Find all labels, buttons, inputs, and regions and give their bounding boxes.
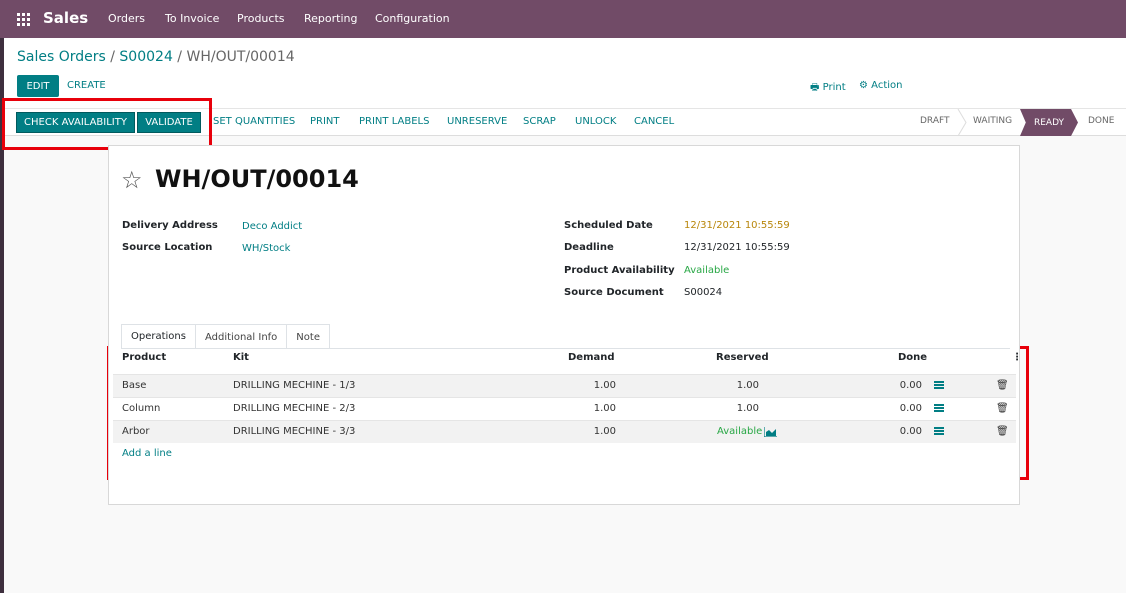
top-navbar: Sales Orders To Invoice Products Reporti…: [0, 0, 1126, 38]
unreserve-button[interactable]: UNRESERVE: [447, 116, 507, 127]
highlight-box-actions: [2, 98, 212, 150]
scheduled-date-value: 12/31/2021 10:55:59: [684, 220, 790, 231]
print-labels-button[interactable]: PRINT LABELS: [359, 116, 429, 127]
print-button[interactable]: PRINT: [310, 116, 340, 127]
breadcrumb-separator: /: [105, 49, 120, 65]
create-button[interactable]: CREATE: [67, 80, 106, 91]
menu-orders[interactable]: Orders: [108, 12, 145, 25]
cancel-button[interactable]: CANCEL: [634, 116, 674, 127]
row-done: 0.00: [899, 426, 922, 437]
row-kit: DRILLING MECHINE - 3/3: [233, 426, 356, 437]
breadcrumb: Sales Orders / S00024 / WH/OUT/00014: [17, 49, 295, 65]
row-reserved: 1.00: [736, 380, 759, 391]
breadcrumb-separator: /: [172, 49, 187, 65]
detailed-operations-icon[interactable]: [934, 427, 944, 436]
tab-note[interactable]: Note: [286, 324, 330, 349]
gear-icon: ⚙: [859, 80, 868, 91]
row-product: Base: [122, 380, 147, 391]
delivery-address-label: Delivery Address: [122, 220, 218, 231]
deadline-label: Deadline: [564, 242, 614, 253]
app-brand[interactable]: Sales: [43, 9, 88, 27]
menu-configuration[interactable]: Configuration: [375, 12, 450, 25]
row-done: 0.00: [899, 403, 922, 414]
set-quantities-button[interactable]: SET QUANTITIES: [213, 116, 295, 127]
scrap-button[interactable]: SCRAP: [523, 116, 556, 127]
forecast-chart-icon[interactable]: [764, 427, 777, 437]
menu-products[interactable]: Products: [237, 12, 285, 25]
notebook-tabs: Operations Additional Info Note: [121, 324, 330, 349]
table-row[interactable]: Arbor DRILLING MECHINE - 3/3 1.00 Availa…: [113, 420, 1016, 443]
stage-done[interactable]: DONE: [1088, 116, 1114, 126]
trash-icon[interactable]: 🗑: [996, 403, 1009, 414]
breadcrumb-current: WH/OUT/00014: [186, 49, 295, 65]
printer-icon: 🖶: [810, 82, 820, 93]
scheduled-date-label: Scheduled Date: [564, 220, 653, 231]
delivery-address-value[interactable]: Deco Addict: [242, 221, 302, 232]
row-kit: DRILLING MECHINE - 1/3: [233, 380, 356, 391]
row-done: 0.00: [899, 380, 922, 391]
deadline-value: 12/31/2021 10:55:59: [684, 242, 790, 253]
column-header-demand[interactable]: Demand: [568, 352, 615, 363]
menu-to-invoice[interactable]: To Invoice: [165, 12, 219, 25]
source-document-label: Source Document: [564, 287, 664, 298]
detailed-operations-icon[interactable]: [934, 404, 944, 413]
stage-draft[interactable]: DRAFT: [920, 116, 950, 126]
add-line-link[interactable]: Add a line: [122, 448, 172, 459]
row-demand: 1.00: [593, 426, 616, 437]
record-title: WH/OUT/00014: [155, 165, 359, 193]
row-demand: 1.00: [593, 403, 616, 414]
source-document-value: S00024: [684, 287, 723, 298]
column-header-done[interactable]: Done: [898, 352, 927, 363]
tab-additional-info[interactable]: Additional Info: [194, 324, 288, 349]
trash-icon[interactable]: 🗑: [996, 426, 1009, 437]
trash-icon[interactable]: 🗑: [996, 380, 1009, 391]
row-product: Column: [122, 403, 161, 414]
availability-value: Available: [684, 265, 730, 276]
breadcrumb-order[interactable]: S00024: [119, 49, 172, 65]
row-product: Arbor: [122, 426, 150, 437]
row-kit: DRILLING MECHINE - 2/3: [233, 403, 356, 414]
row-demand: 1.00: [593, 380, 616, 391]
optional-columns-icon[interactable]: ⋮: [1012, 352, 1022, 363]
print-label: Print: [822, 82, 846, 93]
print-dropdown[interactable]: 🖶 Print: [810, 80, 846, 97]
action-dropdown[interactable]: ⚙ Action: [859, 80, 902, 91]
availability-label: Product Availability: [564, 265, 675, 276]
breadcrumb-sales-orders[interactable]: Sales Orders: [17, 49, 106, 65]
tab-operations[interactable]: Operations: [121, 324, 196, 349]
column-header-kit[interactable]: Kit: [233, 352, 249, 363]
table-row[interactable]: Column DRILLING MECHINE - 2/3 1.00 1.00 …: [113, 397, 1016, 420]
stage-ready[interactable]: READY: [1020, 109, 1078, 136]
detailed-operations-icon[interactable]: [934, 381, 944, 390]
stage-waiting[interactable]: WAITING: [973, 116, 1012, 126]
source-location-label: Source Location: [122, 242, 213, 253]
action-label: Action: [871, 80, 903, 91]
column-header-reserved[interactable]: Reserved: [716, 352, 769, 363]
source-location-value[interactable]: WH/Stock: [242, 243, 290, 254]
unlock-button[interactable]: UNLOCK: [575, 116, 616, 127]
star-icon[interactable]: ☆: [121, 166, 143, 194]
edit-button[interactable]: EDIT: [17, 75, 59, 97]
column-header-product[interactable]: Product: [122, 352, 166, 363]
stage-separator: [957, 109, 967, 136]
row-reserved-available: Available: [717, 426, 763, 437]
menu-reporting[interactable]: Reporting: [304, 12, 357, 25]
row-reserved: 1.00: [736, 403, 759, 414]
tab-divider: [121, 348, 1010, 349]
apps-menu-icon[interactable]: [17, 13, 30, 26]
table-row[interactable]: Base DRILLING MECHINE - 1/3 1.00 1.00 0.…: [113, 374, 1016, 397]
form-sheet: ☆ WH/OUT/00014 Delivery Address Deco Add…: [108, 145, 1022, 505]
